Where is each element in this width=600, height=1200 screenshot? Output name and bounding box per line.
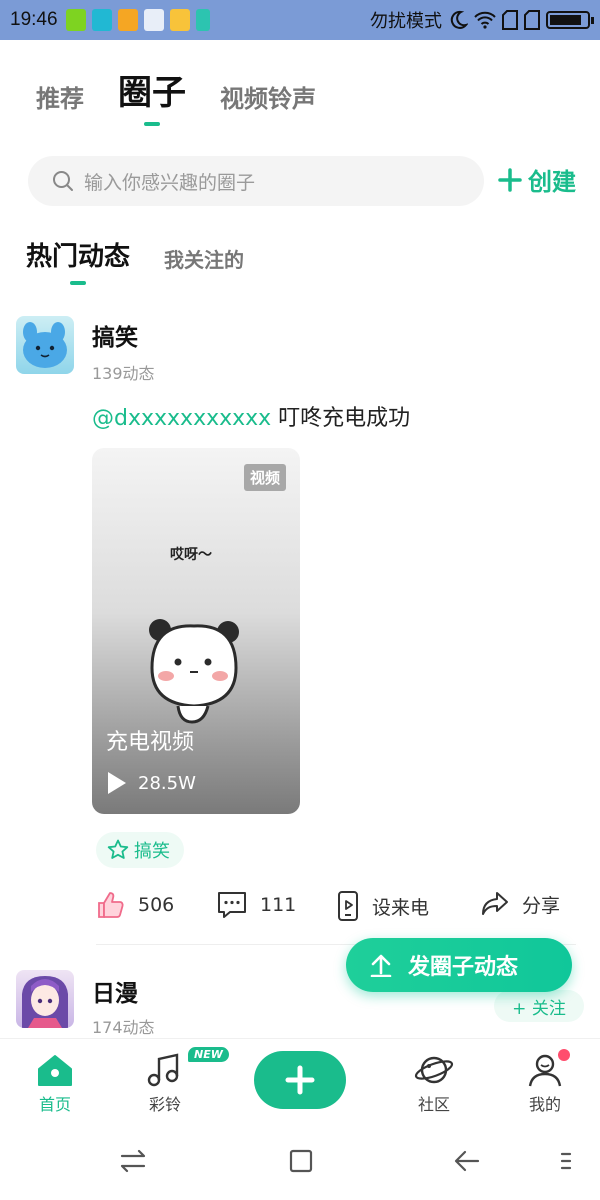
upload-icon (370, 954, 392, 977)
video-title: 充电视频 (106, 730, 195, 755)
moon-icon (450, 10, 468, 29)
nav-home[interactable]: 首页 (15, 1053, 95, 1115)
wifi-icon (474, 11, 496, 29)
plus-icon (498, 167, 522, 192)
star-icon (107, 839, 129, 859)
back-icon[interactable] (452, 1146, 482, 1176)
share-button[interactable]: 分享 (480, 890, 560, 918)
add-button[interactable] (254, 1051, 346, 1109)
video-badge: 视频 (243, 464, 286, 491)
home-square-icon[interactable] (286, 1146, 316, 1176)
avatar[interactable] (16, 316, 74, 374)
post-circle-update-button[interactable]: 发圈子动态 (346, 938, 572, 992)
circle-post-count: 174动态 (92, 1018, 155, 1037)
battery-icon (546, 11, 594, 29)
search-placeholder: 输入你感兴趣的圈子 (84, 171, 256, 194)
tab-circles[interactable]: 圈子 (118, 65, 186, 114)
status-right: 勿扰模式 (370, 7, 594, 33)
sim-icon (502, 10, 518, 30)
notification-dot (558, 1049, 570, 1061)
set-ringtone-button[interactable]: 设来电 (336, 890, 429, 922)
circle-name[interactable]: 日漫 (92, 974, 138, 1008)
video-caption: 哎呀～ (170, 547, 212, 563)
search-icon (53, 171, 73, 191)
home-icon (38, 1055, 72, 1086)
top-tabs: 推荐 圈子 视频铃声 (36, 65, 316, 114)
planet-icon (414, 1056, 454, 1084)
tag-label: 搞笑 (134, 841, 170, 862)
share-icon (482, 892, 508, 915)
like-count: 506 (138, 894, 175, 916)
sim-icon (524, 10, 540, 30)
notification-icons (65, 9, 210, 31)
nav-mine-label: 我的 (528, 1095, 561, 1114)
play-count-value: 28.5W (138, 772, 196, 794)
app-notification-icon (91, 9, 112, 31)
circle-post-count: 139动态 (92, 364, 155, 383)
nav-home-label: 首页 (38, 1095, 71, 1114)
create-label: 创建 (528, 168, 576, 196)
thumbs-up-icon (98, 892, 124, 918)
phone-video-icon (338, 891, 358, 921)
menu-icon[interactable] (558, 1146, 574, 1176)
set-ringtone-label: 设来电 (372, 896, 430, 919)
nav-ringtone[interactable]: 彩铃 (125, 1053, 205, 1115)
video-thumbnail[interactable]: 视频 哎呀～ 充电视频 28.5W (92, 448, 300, 814)
nav-community[interactable]: 社区 (394, 1053, 474, 1115)
post-actions: 506 111 设来电 分享 (96, 890, 576, 930)
tab-hot-posts[interactable]: 热门动态 (26, 236, 130, 273)
nav-community-label: 社区 (417, 1095, 450, 1114)
share-label: 分享 (522, 894, 561, 917)
panda-illustration (149, 619, 239, 724)
comment-button[interactable]: 111 (216, 890, 296, 920)
new-badge: NEW (188, 1047, 229, 1062)
video-play-count: 28.5W (108, 772, 196, 794)
search-input[interactable]: 输入你感兴趣的圈子 (28, 156, 484, 206)
bottom-nav: 首页 彩铃 NEW 社区 我的 (0, 1038, 600, 1126)
circle-name[interactable]: 搞笑 (92, 318, 138, 352)
post-body: 叮咚充电成功 (271, 406, 411, 431)
comment-count: 111 (260, 894, 297, 916)
play-icon (108, 772, 126, 794)
cleaner-icon (143, 9, 164, 31)
circle-tag[interactable]: 搞笑 (96, 832, 184, 868)
switch-apps-icon[interactable] (118, 1146, 148, 1176)
tab-video-ringtones[interactable]: 视频铃声 (220, 79, 316, 114)
status-time: 19:46 (10, 9, 58, 30)
status-bar: 19:46 勿扰模式 (0, 0, 600, 40)
mention-link[interactable]: @dxxxxxxxxxxx (92, 406, 271, 431)
follow-button[interactable]: + 关注 (494, 990, 584, 1022)
like-button[interactable]: 506 (96, 890, 174, 920)
tab-recommend[interactable]: 推荐 (36, 79, 84, 114)
fab-label: 发圈子动态 (408, 955, 519, 980)
usb-icon (195, 9, 210, 31)
tab-following[interactable]: 我关注的 (164, 244, 244, 273)
system-nav-bar (0, 1126, 600, 1200)
folder-icon (169, 9, 190, 31)
app-notification-icon (65, 9, 86, 31)
nav-ringtone-label: 彩铃 (148, 1095, 181, 1114)
warning-icon (117, 9, 138, 31)
nav-mine[interactable]: 我的 (505, 1053, 585, 1115)
create-circle-button[interactable]: 创建 (498, 162, 576, 197)
plus-icon (285, 1065, 315, 1095)
dnd-mode-text: 勿扰模式 (370, 11, 442, 32)
feed-tabs: 热门动态 我关注的 (26, 236, 244, 273)
music-note-icon (147, 1053, 179, 1087)
avatar[interactable] (16, 970, 74, 1028)
comment-icon (218, 892, 246, 918)
post-text: @dxxxxxxxxxxx 叮咚充电成功 (92, 400, 410, 432)
